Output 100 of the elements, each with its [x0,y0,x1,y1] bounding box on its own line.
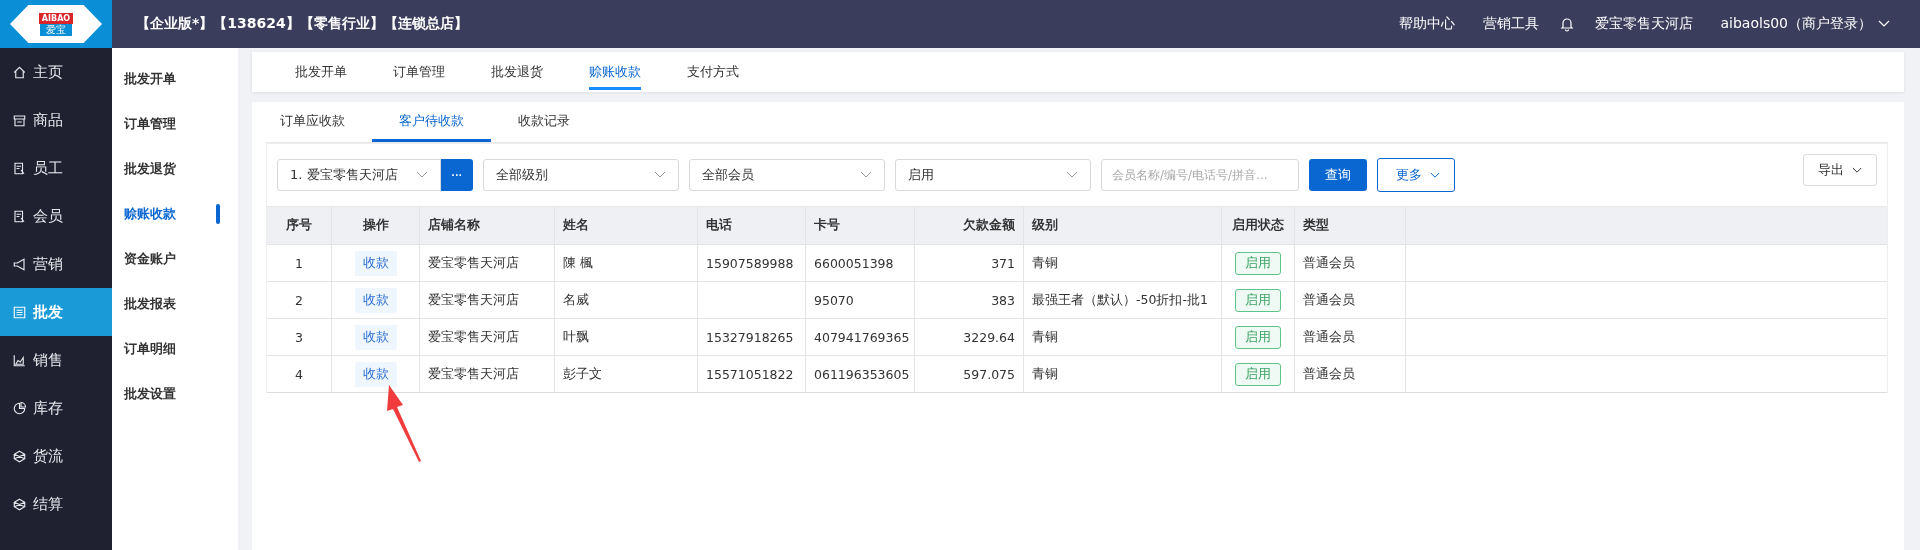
table-cell: 青铜 [1032,365,1058,383]
table-cell: 叶飘 [563,328,589,346]
sidebar-item[interactable]: 销售 [0,336,112,384]
status-tag: 启用 [1235,325,1281,349]
submenu-item[interactable]: 资金账户 [112,236,238,281]
submenu-item[interactable]: 批发报表 [112,281,238,326]
export-button[interactable]: 导出 [1803,154,1877,186]
column-header: 启用状态 [1222,207,1295,244]
column-header: 电话 [698,207,806,244]
submenu-item[interactable]: 批发设置 [112,371,238,416]
sidebar-item[interactable]: 营销 [0,240,112,288]
table-cell: 407941769365 [814,329,910,345]
submenu-item[interactable]: 订单明细 [112,326,238,371]
sidebar-item[interactable]: 会员 [0,192,112,240]
table-cell: 爱宝零售天河店 [428,254,519,272]
table-cell: 3229.64 [963,329,1015,345]
chevron-down-icon [654,171,666,179]
store-name[interactable]: 爱宝零售天河店 [1594,15,1693,33]
column-header: 店铺名称 [420,207,555,244]
collect-payment-button[interactable]: 收款 [354,287,397,313]
table-cell: 普通会员 [1303,365,1355,383]
chevron-down-icon [860,171,872,179]
account-info: 【企业版*】【138624】【零售行业】【连锁总店】 [136,15,468,33]
tab[interactable]: 支付方式 [664,52,762,92]
table-cell: 6600051398 [814,255,894,271]
column-header: 姓名 [555,207,698,244]
sidebar-item[interactable]: 员工 [0,144,112,192]
sidebar-item[interactable]: 库存 [0,384,112,432]
submenu-item[interactable]: 订单管理 [112,101,238,146]
chevron-down-icon [1430,171,1440,179]
store-select[interactable]: 1. 爱宝零售天河店 [277,159,441,191]
chart-icon [12,352,27,368]
table-cell: 1 [295,255,303,271]
tab[interactable]: 订单应收款 [266,102,372,142]
more-button[interactable]: 更多 [1377,158,1455,192]
list-icon [12,304,27,320]
cube-icon [12,496,27,512]
table-cell: 名威 [563,291,589,309]
submenu-item[interactable]: 批发退货 [112,146,238,191]
column-header: 操作 [332,207,420,244]
table-cell: 15907589988 [706,255,794,271]
column-header: 序号 [267,207,332,244]
submenu-item[interactable]: 赊账收款 [112,191,238,236]
table-cell: 383 [991,292,1015,308]
search-field[interactable]: 会员名称/编号/电话号/拼音... [1101,159,1299,191]
status-tag: 启用 [1235,251,1281,275]
sidebar-item[interactable]: 主页 [0,48,112,96]
tab[interactable]: 批发退货 [468,52,566,92]
table-cell: 爱宝零售天河店 [428,365,519,383]
column-header: 级别 [1024,207,1222,244]
query-button[interactable]: 查询 [1309,159,1367,191]
header-link[interactable]: 帮助中心 [1398,15,1455,33]
member-select[interactable]: 全部会员 [689,159,885,191]
user-menu[interactable]: aibaols00（商户登录） [1720,15,1890,33]
home-icon [12,64,27,80]
sidebar-item[interactable]: 货流 [0,432,112,480]
tab[interactable]: 赊账收款 [566,52,664,92]
id-card-icon [12,208,27,224]
table-cell: 普通会员 [1303,291,1355,309]
header-link[interactable]: 营销工具 [1482,15,1539,33]
collect-payment-button[interactable]: 收款 [354,361,397,387]
tab[interactable]: 订单管理 [370,52,468,92]
table-cell: 普通会员 [1303,328,1355,346]
megaphone-icon [12,256,27,272]
table-cell: 爱宝零售天河店 [428,328,519,346]
level-select[interactable]: 全部级别 [483,159,679,191]
table-cell: 597.075 [963,366,1015,382]
tab[interactable]: 批发开单 [272,52,370,92]
chevron-down-icon [1852,166,1862,174]
table-cell: 95070 [814,292,854,308]
table-cell: 15571051822 [706,366,794,382]
chevron-down-icon [1878,20,1890,28]
sidebar-item[interactable]: 商品 [0,96,112,144]
tab[interactable]: 客户待收款 [372,102,491,142]
logo-text: AIBAO [38,12,74,24]
id-card-icon [12,160,27,176]
status-tag: 启用 [1235,362,1281,386]
cube-icon [12,448,27,464]
pie-chart-icon [12,400,27,416]
table-cell: 爱宝零售天河店 [428,291,519,309]
collect-payment-button[interactable]: 收款 [354,250,397,276]
table-cell: 普通会员 [1303,254,1355,272]
table-cell: 陳 楓 [563,254,593,272]
status-tag: 启用 [1235,288,1281,312]
submenu-item[interactable]: 批发开单 [112,56,238,101]
table-cell: 2 [295,292,303,308]
table-cell: 最强王者（默认）-50折扣-批1 [1032,291,1208,309]
sidebar-item[interactable]: 结算 [0,480,112,528]
chevron-down-icon [1066,171,1078,179]
shop-icon [12,112,27,128]
column-header: 卡号 [806,207,915,244]
table-cell: 15327918265 [706,329,794,345]
bell-icon[interactable] [1558,16,1575,32]
collect-payment-button[interactable]: 收款 [354,324,397,350]
tab[interactable]: 收款记录 [491,102,597,142]
column-header: 欠款金额 [915,207,1024,244]
column-header: 类型 [1295,207,1406,244]
more-options-button[interactable]: ··· [441,159,473,191]
table-cell: 4 [295,366,303,382]
status-select[interactable]: 启用 [895,159,1091,191]
